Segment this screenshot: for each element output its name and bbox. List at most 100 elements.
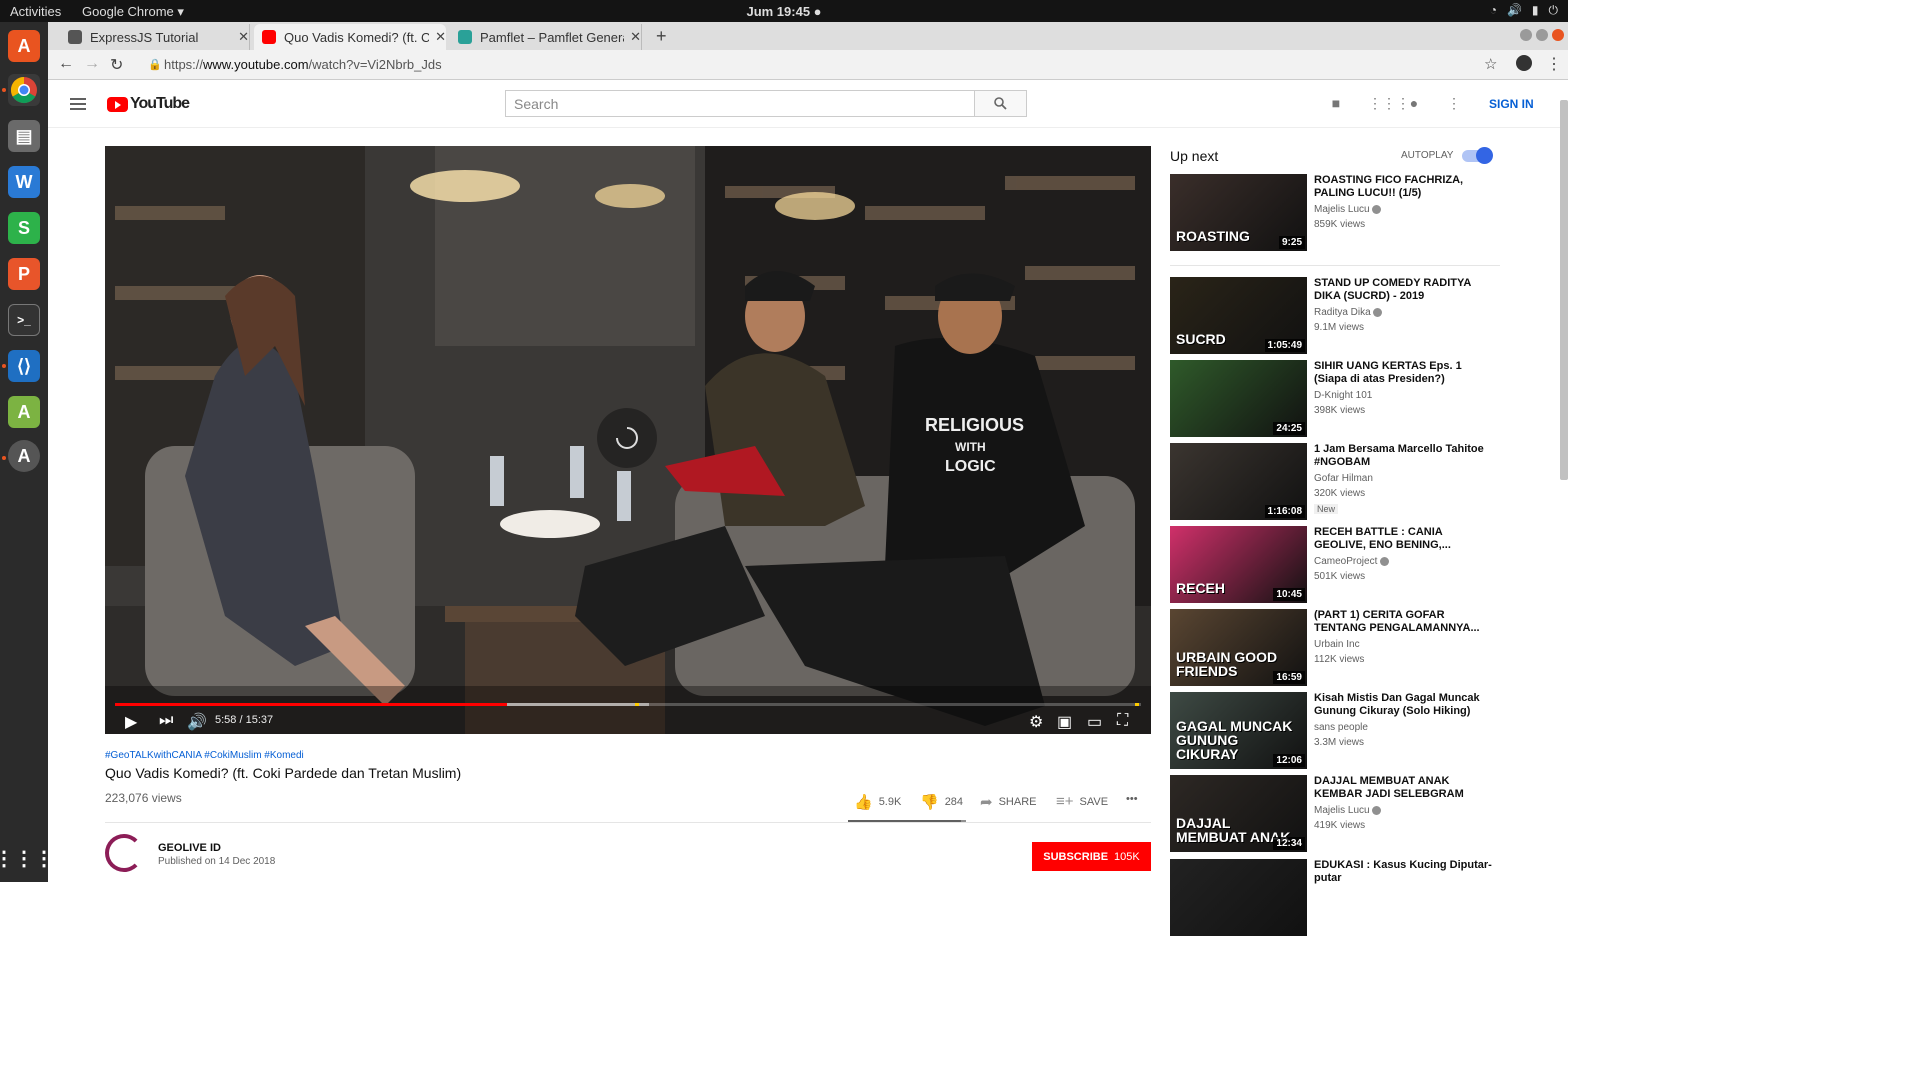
recommendation-item[interactable]: SUCRD 1:05:49 STAND UP COMEDY RADITYA DIKA… xyxy=(1170,277,1500,355)
theater-mode-icon[interactable]: ▭ xyxy=(1087,712,1102,732)
show-apps-icon[interactable]: ⋮⋮⋮ xyxy=(0,842,54,874)
like-button[interactable]: 👍 5.9K xyxy=(854,793,901,811)
wps-spreadsheet-icon[interactable]: S xyxy=(8,212,40,244)
video-thumbnail[interactable] xyxy=(1170,859,1307,936)
subscribe-button[interactable]: SUBSCRIBE 105K xyxy=(1032,842,1151,871)
vscode-icon[interactable]: ⟨⟩ xyxy=(8,350,40,382)
back-icon[interactable]: ← xyxy=(58,55,74,73)
recommendation-channel[interactable]: D-Knight 101 xyxy=(1314,390,1372,401)
next-icon[interactable]: ⏭ xyxy=(159,712,173,730)
recommendation-title[interactable]: (PART 1) CERITA GOFAR TENTANG PENGALAMAN… xyxy=(1314,609,1494,635)
share-button[interactable]: ➦ SHARE xyxy=(980,793,1036,811)
channel-name[interactable]: GEOLIVE ID xyxy=(158,842,221,854)
save-button[interactable]: ≡+ SAVE xyxy=(1056,793,1108,810)
software-center-icon[interactable]: A xyxy=(8,30,40,62)
recommendation-channel[interactable]: sans people xyxy=(1314,722,1368,733)
video-thumbnail[interactable]: GAGAL MUNCAK GUNUNG CIKURAY 12:06 xyxy=(1170,692,1307,769)
recommendation-title[interactable]: SIHIR UANG KERTAS Eps. 1 (Siapa di atas … xyxy=(1314,360,1494,386)
video-thumbnail[interactable]: 1:16:08 xyxy=(1170,443,1307,520)
wps-presentation-icon[interactable]: P xyxy=(8,258,40,290)
close-tab-icon[interactable]: ✕ xyxy=(435,29,446,45)
video-hashtags[interactable]: #GeoTALKwithCANIA #CokiMuslim #Komedi xyxy=(105,750,304,761)
recommendation-title[interactable]: EDUKASI : Kasus Kucing Diputar-putar xyxy=(1314,859,1494,885)
scrollbar[interactable] xyxy=(1560,100,1568,480)
recommendation-channel[interactable]: Urbain Inc xyxy=(1314,639,1360,650)
search-input[interactable]: Search xyxy=(505,90,975,117)
video-thumbnail[interactable]: SUCRD 1:05:49 xyxy=(1170,277,1307,354)
video-thumbnail[interactable]: 24:25 xyxy=(1170,360,1307,437)
software-updater-icon[interactable]: A xyxy=(8,440,40,472)
clock[interactable]: Jum 19:45 ● xyxy=(0,4,1568,19)
system-tray[interactable]: ◔ 🔊 ▮ ⏻ xyxy=(1490,3,1558,18)
recommendation-title[interactable]: 1 Jam Bersama Marcello Tahitoe #NGOBAM xyxy=(1314,443,1494,469)
close-window-button[interactable] xyxy=(1552,29,1564,41)
video-thumbnail[interactable]: URBAIN GOOD FRIENDS 16:59 xyxy=(1170,609,1307,686)
video-duration: 10:45 xyxy=(1273,588,1305,601)
play-icon[interactable]: ▶ xyxy=(125,712,137,732)
recommendation-channel[interactable]: Raditya Dika xyxy=(1314,307,1383,318)
video-thumbnail[interactable]: ROASTING 9:25 xyxy=(1170,174,1307,251)
recommendation-title[interactable]: ROASTING FICO FACHRIZA, PALING LUCU!! (1… xyxy=(1314,174,1494,200)
recommendation-channel[interactable]: Majelis Lucu xyxy=(1314,805,1382,816)
search-button[interactable] xyxy=(974,90,1027,117)
video-player[interactable]: RELIGIOUS WITH LOGIC ▶ ⏭ 🔊 5:58 / 15:37 … xyxy=(105,146,1151,734)
recommendation-item[interactable]: EDUKASI : Kasus Kucing Diputar-putar xyxy=(1170,859,1500,937)
recommendation-item[interactable]: 1:16:08 1 Jam Bersama Marcello Tahitoe #N… xyxy=(1170,443,1500,521)
recommendation-title[interactable]: RECEH BATTLE : CANIA GEOLIVE, ENO BENING… xyxy=(1314,526,1494,552)
maximize-button[interactable] xyxy=(1536,29,1548,41)
recommendation-item[interactable]: RECEH 10:45 RECEH BATTLE : CANIA GEOLIVE, … xyxy=(1170,526,1500,604)
channel-avatar[interactable] xyxy=(105,834,143,872)
recommendation-views: 501K views xyxy=(1314,571,1366,582)
channel-name: Majelis Lucu xyxy=(1314,204,1370,215)
chrome-menu-icon[interactable]: ⋮ xyxy=(1546,54,1562,74)
settings-dots-icon[interactable]: ⋮ xyxy=(1446,96,1462,110)
tab-pamflet[interactable]: Pamflet – Pamflet Genera ✕ xyxy=(450,24,642,50)
recommendation-channel[interactable]: Gofar Hilman xyxy=(1314,473,1373,484)
settings-gear-icon[interactable]: ⚙ xyxy=(1029,712,1043,732)
guide-menu-icon[interactable] xyxy=(70,98,86,110)
sign-in-button[interactable]: SIGN IN xyxy=(1489,97,1534,111)
close-tab-icon[interactable]: ✕ xyxy=(238,29,249,45)
youtube-logo[interactable]: YouTube xyxy=(107,95,190,113)
more-actions-button[interactable]: ••• xyxy=(1126,793,1138,805)
close-tab-icon[interactable]: ✕ xyxy=(630,29,641,45)
minimize-button[interactable] xyxy=(1520,29,1532,41)
recommendation-channel[interactable]: CameoProject xyxy=(1314,556,1390,567)
android-studio-icon[interactable]: A xyxy=(8,396,40,428)
reload-icon[interactable]: ↻ xyxy=(110,55,123,75)
terminal-icon[interactable]: >_ xyxy=(8,304,40,336)
files-icon[interactable]: ▤ xyxy=(8,120,40,152)
recommendation-item[interactable]: DAJJAL MEMBUAT ANAK 12:34 DAJJAL MEMBUAT A… xyxy=(1170,775,1500,853)
youtube-play-icon xyxy=(107,96,128,112)
volume-icon[interactable]: 🔊 xyxy=(187,712,207,732)
profile-icon[interactable] xyxy=(1516,55,1532,71)
fullscreen-icon[interactable]: ⛶ xyxy=(1117,712,1128,730)
forward-icon[interactable]: → xyxy=(84,55,100,73)
recommendation-title[interactable]: Kisah Mistis Dan Gagal Muncak Gunung Cik… xyxy=(1314,692,1494,718)
recommendation-title[interactable]: DAJJAL MEMBUAT ANAK KEMBAR JADI SELEBGRA… xyxy=(1314,775,1494,801)
video-thumbnail[interactable]: DAJJAL MEMBUAT ANAK 12:34 xyxy=(1170,775,1307,852)
create-video-icon[interactable]: ■ xyxy=(1328,96,1344,110)
tab-expressjs[interactable]: ExpressJS Tutorial ✕ xyxy=(60,24,250,50)
address-bar[interactable]: 🔒 https://www.youtube.com/watch?v=Vi2Nbr… xyxy=(148,53,1468,77)
miniplayer-icon[interactable]: ▣ xyxy=(1057,712,1072,732)
wps-writer-icon[interactable]: W xyxy=(8,166,40,198)
apps-grid-icon[interactable]: ⋮⋮⋮ xyxy=(1368,96,1410,110)
wifi-icon: ◔ xyxy=(1489,3,1497,17)
new-tab-button[interactable]: + xyxy=(656,26,667,47)
recommendation-item[interactable]: ROASTING 9:25 ROASTING FICO FACHRIZA, PALI… xyxy=(1170,174,1500,252)
video-thumbnail[interactable]: RECEH 10:45 xyxy=(1170,526,1307,603)
recommendation-item[interactable]: URBAIN GOOD FRIENDS 16:59 (PART 1) CERITA … xyxy=(1170,609,1500,687)
progress-bar[interactable] xyxy=(115,703,1141,706)
tab-youtube[interactable]: Quo Vadis Komedi? (ft. Coki ✕ xyxy=(254,24,446,50)
recommendation-channel[interactable]: Majelis Lucu xyxy=(1314,204,1382,215)
bookmark-star-icon[interactable]: ☆ xyxy=(1484,55,1497,73)
recommendation-title[interactable]: STAND UP COMEDY RADITYA DIKA (SUCRD) - 2… xyxy=(1314,277,1494,303)
messages-icon[interactable]: ● xyxy=(1406,96,1422,110)
recommendation-item[interactable]: 24:25 SIHIR UANG KERTAS Eps. 1 (Siapa di … xyxy=(1170,360,1500,438)
dislike-button[interactable]: 👎 284 xyxy=(920,793,963,811)
recommendation-item[interactable]: GAGAL MUNCAK GUNUNG CIKURAY 12:06 Kisah Mi… xyxy=(1170,692,1500,770)
chrome-icon[interactable] xyxy=(8,74,40,106)
autoplay-toggle[interactable] xyxy=(1462,147,1493,164)
recommendation-views: 859K views xyxy=(1314,219,1366,230)
